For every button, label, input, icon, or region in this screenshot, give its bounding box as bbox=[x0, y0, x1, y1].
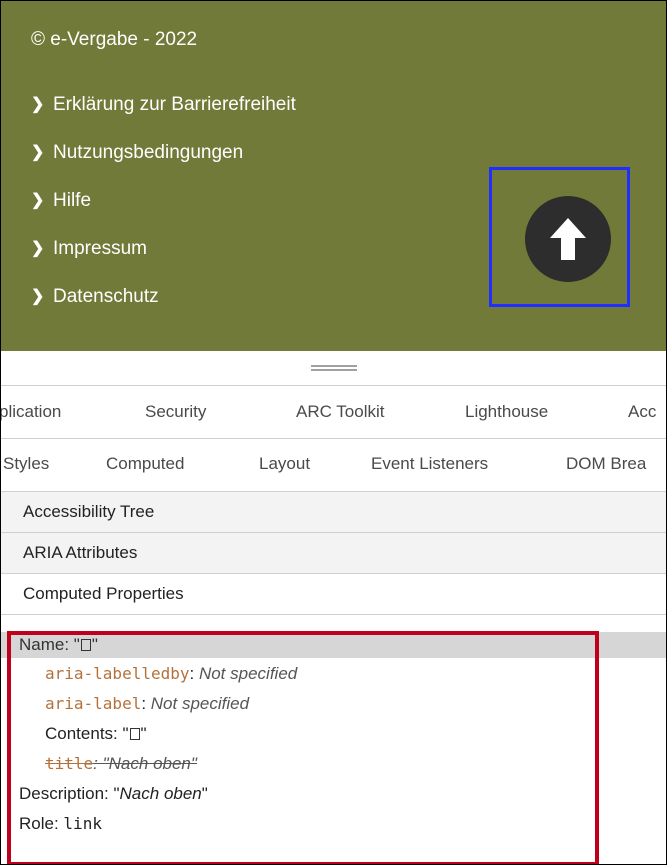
prop-value: Not specified bbox=[150, 694, 250, 713]
prop-label: Contents: bbox=[45, 724, 123, 743]
prop-value-quote: " bbox=[91, 635, 98, 654]
prop-key: aria-label bbox=[45, 694, 142, 713]
copyright-text: © e-Vergabe - 2022 bbox=[31, 29, 198, 50]
prop-description: Description: "Nach oben" bbox=[19, 784, 208, 803]
section-label: Computed Properties bbox=[23, 584, 184, 603]
prop-value-quote: " bbox=[73, 635, 80, 654]
tab-security[interactable]: Security bbox=[145, 386, 206, 438]
tab-arc-toolkit[interactable]: ARC Toolkit bbox=[296, 386, 385, 438]
footer-links: ❯ Erklärung zur Barrierefreiheit ❯ Nutzu… bbox=[31, 93, 296, 333]
page-footer: © e-Vergabe - 2022 ❯ Erklärung zur Barri… bbox=[1, 1, 666, 351]
screenshot-frame: © e-Vergabe - 2022 ❯ Erklärung zur Barri… bbox=[0, 0, 667, 865]
section-aria-attributes[interactable]: ARIA Attributes bbox=[1, 533, 666, 574]
footer-link-hilfe[interactable]: ❯ Hilfe bbox=[31, 189, 296, 237]
footer-link-impressum[interactable]: ❯ Impressum bbox=[31, 237, 296, 285]
tab-lighthouse[interactable]: Lighthouse bbox=[465, 386, 548, 438]
drag-grip-icon bbox=[310, 365, 357, 371]
chevron-right-icon: ❯ bbox=[31, 96, 45, 113]
devtools-panel: plication Security ARC Toolkit Lighthous… bbox=[1, 351, 666, 864]
prop-role: Role: link bbox=[19, 814, 102, 834]
footer-link-label: Hilfe bbox=[53, 190, 92, 211]
prop-title: title: "Nach oben" bbox=[45, 754, 197, 773]
prop-name: Name: " " bbox=[19, 635, 98, 655]
footer-link-label: Erklärung zur Barrierefreiheit bbox=[53, 94, 296, 115]
prop-label: Description: bbox=[19, 784, 114, 803]
missing-glyph-icon bbox=[129, 728, 140, 740]
section-computed-properties[interactable]: Computed Properties bbox=[1, 574, 666, 615]
prop-label: Name: bbox=[19, 635, 74, 654]
devtools-main-tabs: plication Security ARC Toolkit Lighthous… bbox=[1, 386, 666, 439]
footer-link-label: Nutzungsbedingungen bbox=[53, 142, 244, 163]
chevron-right-icon: ❯ bbox=[31, 144, 45, 161]
prop-label: Role: bbox=[19, 814, 64, 833]
footer-link-label: Datenschutz bbox=[53, 286, 159, 307]
tab-styles[interactable]: Styles bbox=[3, 439, 49, 489]
devtools-resize-handle[interactable] bbox=[1, 351, 666, 386]
prop-value: link bbox=[63, 814, 102, 833]
focus-highlight-box bbox=[489, 167, 630, 307]
prop-key: aria-labelledby bbox=[45, 664, 190, 683]
section-label: Accessibility Tree bbox=[23, 502, 155, 521]
missing-glyph-icon bbox=[80, 639, 91, 651]
footer-link-datenschutz[interactable]: ❯ Datenschutz bbox=[31, 285, 296, 333]
chevron-right-icon: ❯ bbox=[31, 288, 45, 305]
footer-link-label: Impressum bbox=[53, 238, 147, 259]
prop-value: Nach oben bbox=[119, 784, 202, 803]
section-label: ARIA Attributes bbox=[23, 543, 138, 562]
chevron-right-icon: ❯ bbox=[31, 192, 45, 209]
footer-link-nutzungsbedingungen[interactable]: ❯ Nutzungsbedingungen bbox=[31, 141, 296, 189]
footer-link-barrierefreiheit[interactable]: ❯ Erklärung zur Barrierefreiheit bbox=[31, 93, 296, 141]
prop-value: Not specified bbox=[198, 664, 298, 683]
name-row-highlight bbox=[1, 632, 666, 658]
tab-computed[interactable]: Computed bbox=[106, 439, 184, 489]
computed-properties-list: Name: " " aria-labelledby: Not specified … bbox=[1, 632, 666, 864]
prop-aria-label: aria-label: Not specified bbox=[45, 694, 250, 713]
tab-dom-breakpoints[interactable]: DOM Brea bbox=[566, 439, 646, 489]
devtools-sidebar-tabs: Styles Computed Layout Event Listeners D… bbox=[1, 439, 666, 492]
prop-aria-labelledby: aria-labelledby: Not specified bbox=[45, 664, 298, 683]
prop-key: title bbox=[45, 754, 94, 773]
prop-value: "Nach oben" bbox=[102, 754, 197, 773]
tab-accessibility[interactable]: Acc bbox=[628, 386, 656, 438]
tab-layout[interactable]: Layout bbox=[259, 439, 310, 489]
tab-application[interactable]: plication bbox=[1, 386, 61, 438]
tab-event-listeners[interactable]: Event Listeners bbox=[371, 439, 488, 489]
section-accessibility-tree[interactable]: Accessibility Tree bbox=[1, 492, 666, 533]
chevron-right-icon: ❯ bbox=[31, 240, 45, 257]
prop-contents: Contents: " " bbox=[45, 724, 147, 743]
